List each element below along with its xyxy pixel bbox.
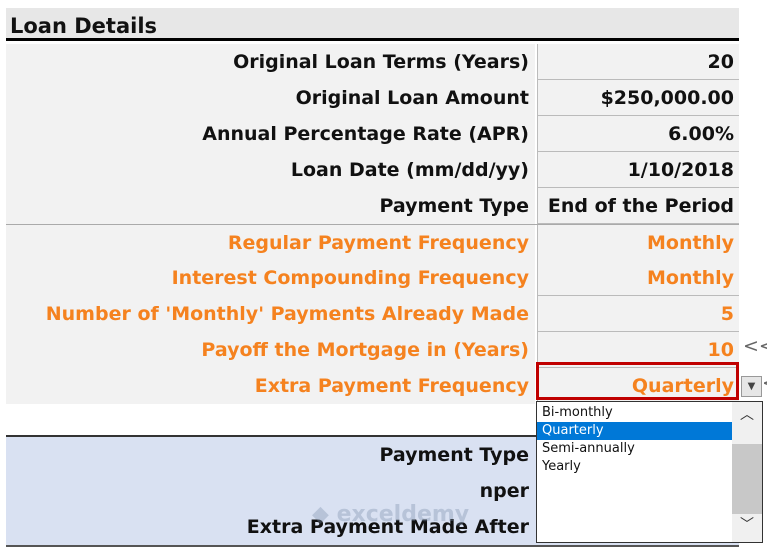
- row-label: Annual Percentage Rate (APR): [6, 116, 535, 152]
- loan-row: Payment Type End of the Period: [6, 188, 739, 224]
- loan-row: Original Loan Terms (Years) 20: [6, 44, 739, 80]
- row-label: Number of 'Monthly' Payments Already Mad…: [6, 296, 535, 332]
- row-value-cell[interactable]: 6.00%: [537, 116, 739, 152]
- row-value-cell[interactable]: Monthly: [537, 260, 739, 296]
- loan-row: Original Loan Amount $250,000.00: [6, 80, 739, 116]
- section-title: Loan Details: [6, 8, 739, 41]
- row-label: Original Loan Amount: [6, 80, 535, 116]
- row-label: Original Loan Terms (Years): [6, 44, 535, 80]
- scrollbar[interactable]: ︿ ﹀: [732, 402, 762, 542]
- loan-row: Number of 'Monthly' Payments Already Mad…: [6, 296, 739, 332]
- dropdown-option[interactable]: Bi-monthly: [537, 404, 732, 422]
- dropdown-option[interactable]: Quarterly: [537, 422, 732, 440]
- loan-row: Annual Percentage Rate (APR) 6.00%: [6, 116, 739, 152]
- row-value-cell[interactable]: 5: [537, 296, 739, 332]
- dropdown-list[interactable]: Bi-monthly Quarterly Semi-annually Yearly ︿…: [536, 401, 763, 543]
- row-value-cell[interactable]: 20: [537, 44, 739, 80]
- row-value-cell[interactable]: 1/10/2018: [537, 152, 739, 188]
- row-label: Interest Compounding Frequency: [6, 260, 535, 296]
- pointer-mark-extra: <: [762, 372, 767, 394]
- dropdown-arrow-button[interactable]: ▼: [741, 376, 762, 397]
- row-label: Payoff the Mortgage in (Years): [6, 332, 535, 368]
- row-value-cell[interactable]: $250,000.00: [537, 80, 739, 116]
- row-label: Loan Date (mm/dd/yy): [6, 152, 535, 188]
- row-label: Regular Payment Frequency: [6, 225, 535, 261]
- pointer-mark: <<: [743, 335, 767, 357]
- row-label: Extra Payment Frequency: [6, 368, 535, 404]
- row-value-cell[interactable]: End of the Period: [537, 188, 739, 224]
- lower-row-label: Payment Type: [379, 444, 529, 466]
- active-cell-border: [536, 362, 739, 400]
- dropdown-option[interactable]: Yearly: [537, 458, 732, 476]
- row-label: Payment Type: [6, 188, 535, 224]
- scroll-down-icon[interactable]: ﹀: [732, 514, 762, 534]
- loan-row: Regular Payment Frequency Monthly: [6, 224, 739, 261]
- dropdown-option[interactable]: Semi-annually: [537, 440, 732, 458]
- scroll-up-icon[interactable]: ︿: [732, 402, 762, 424]
- scroll-thumb[interactable]: [732, 444, 762, 514]
- watermark-logo: ◆ exceldemy: [312, 502, 470, 527]
- loan-row: Interest Compounding Frequency Monthly: [6, 260, 739, 296]
- loan-row: Loan Date (mm/dd/yy) 1/10/2018: [6, 152, 739, 188]
- row-value-cell[interactable]: Monthly: [537, 225, 739, 261]
